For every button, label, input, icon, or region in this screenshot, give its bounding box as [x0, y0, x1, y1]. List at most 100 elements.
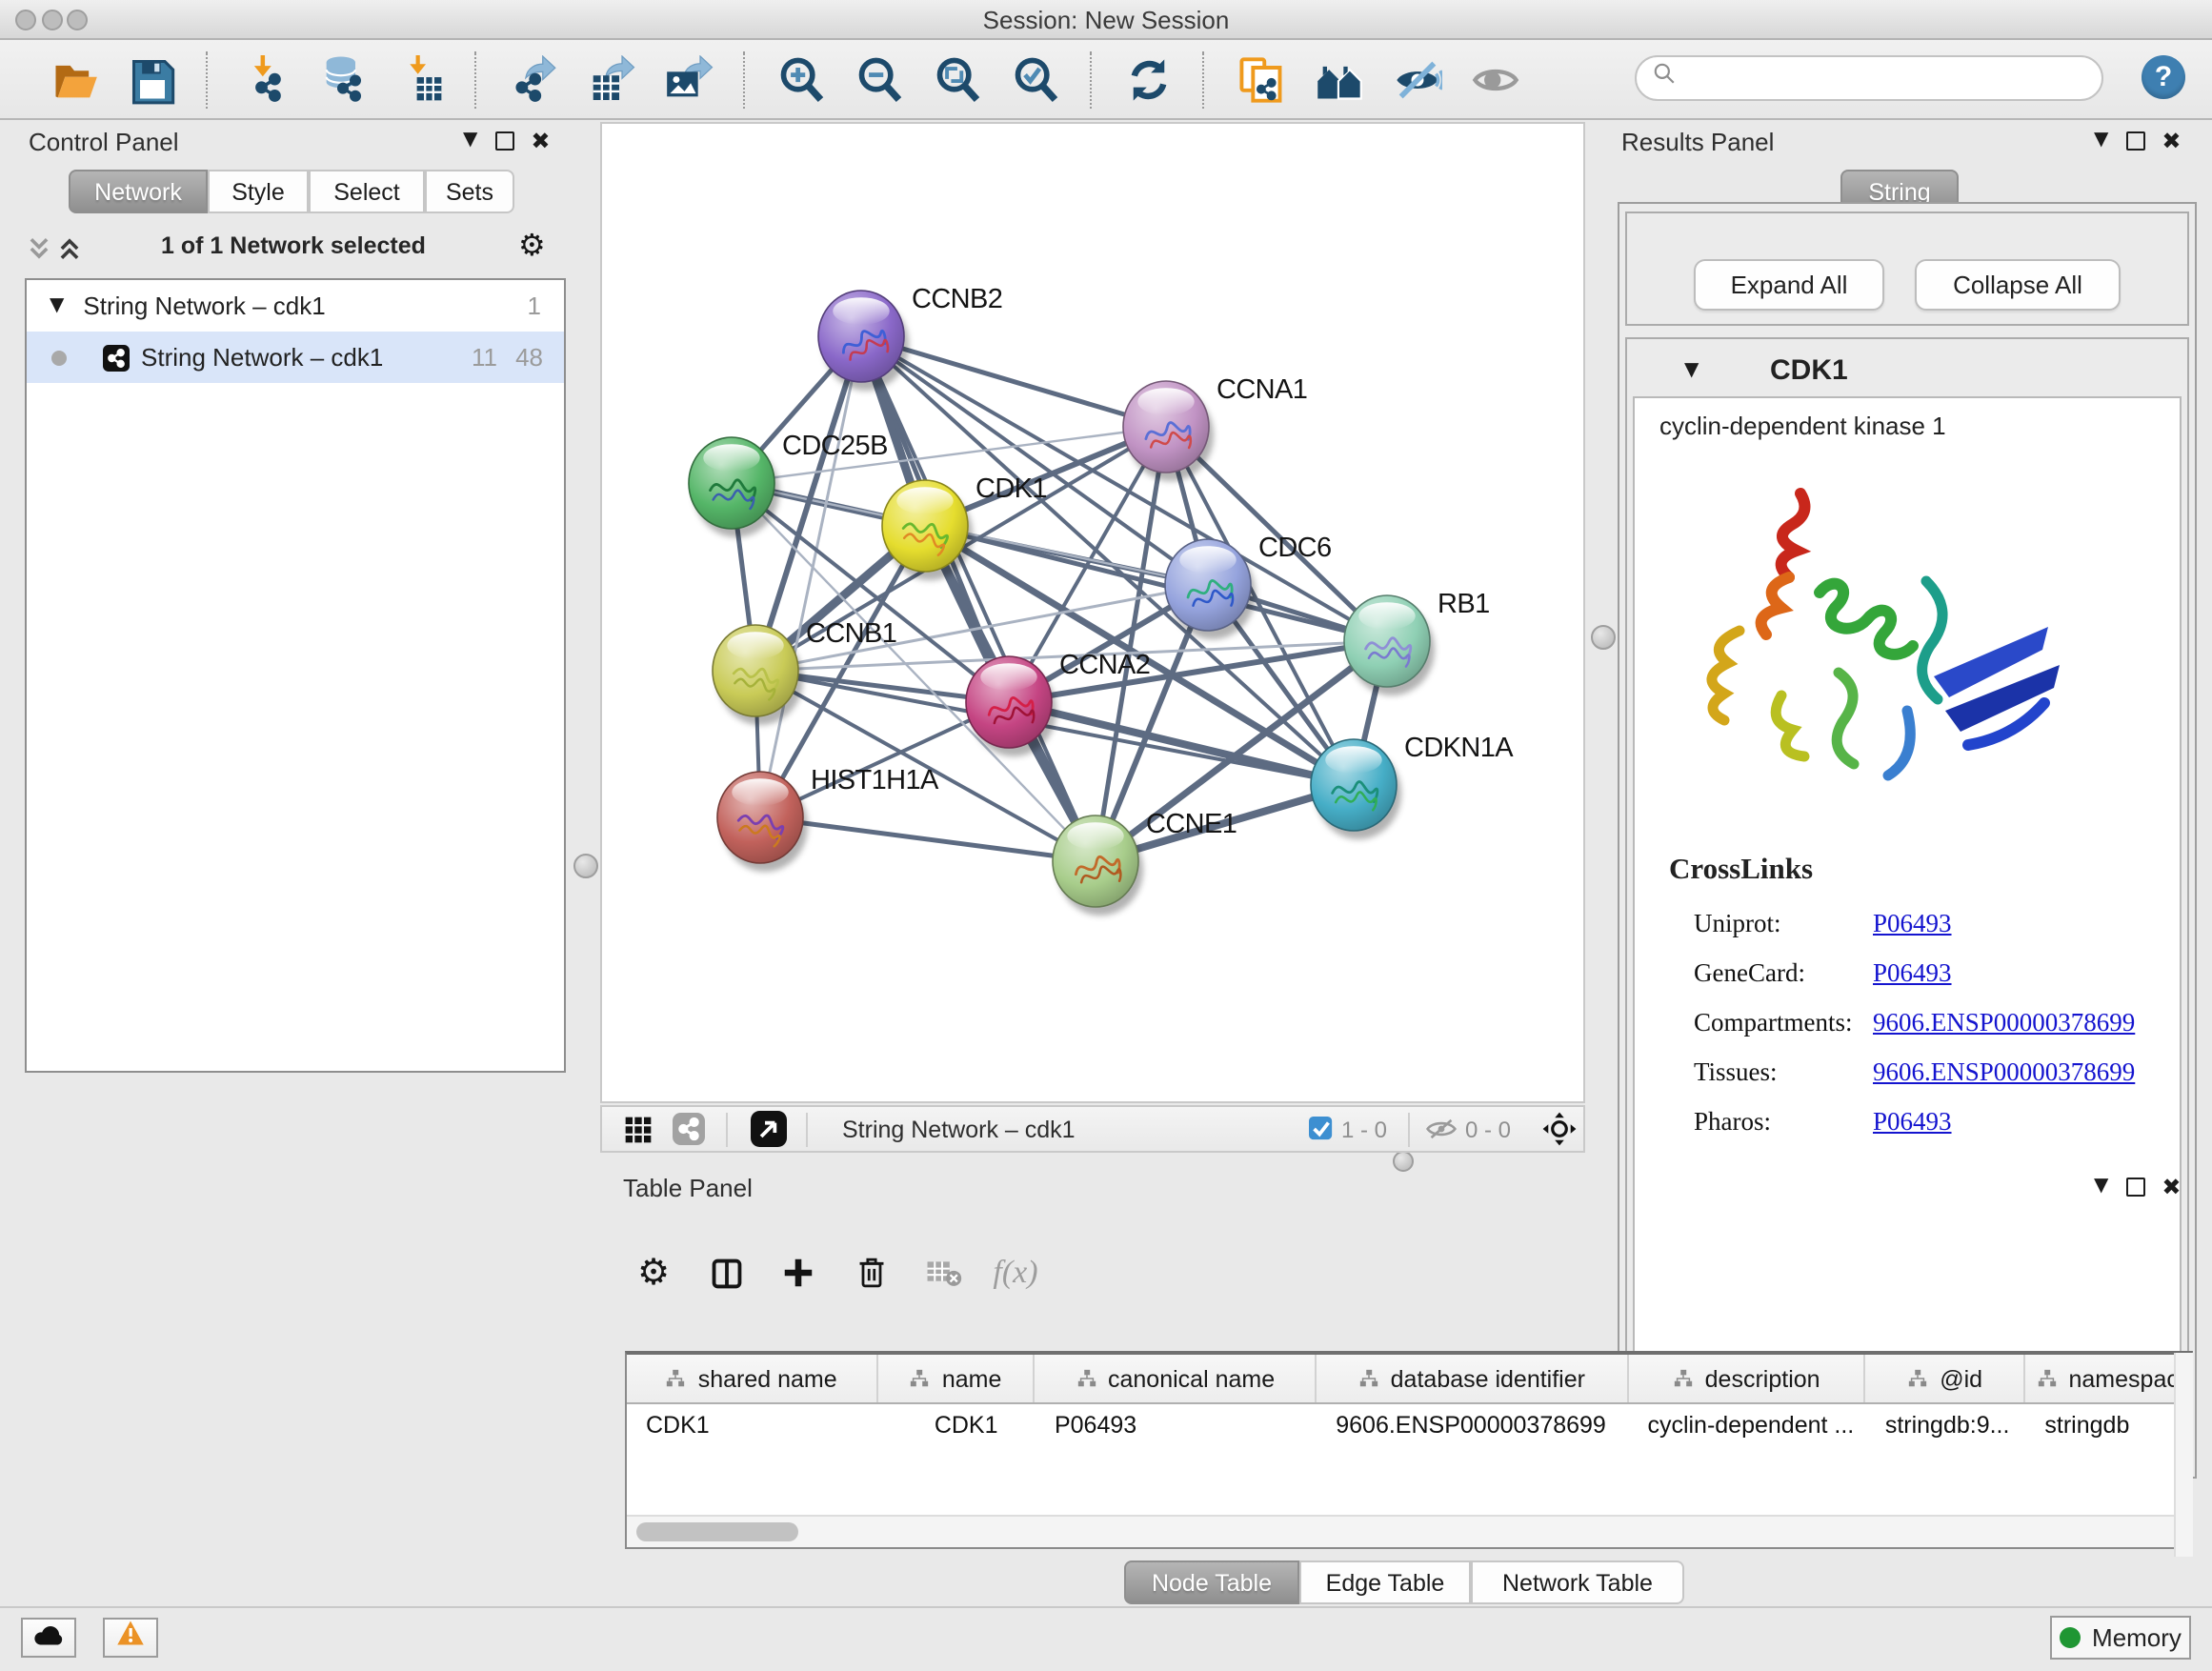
section-collapse-icon[interactable]: ▼ [1684, 360, 1699, 381]
import-database-icon[interactable] [311, 48, 373, 111]
close-panel-icon[interactable]: ✖ [2162, 131, 2181, 150]
node-label-CCNB2: CCNB2 [912, 284, 1002, 314]
crosslink-value-link[interactable]: P06493 [1873, 958, 1952, 989]
float-panel-icon[interactable] [2125, 131, 2144, 150]
tab-sets[interactable]: Sets [425, 170, 514, 213]
node-label-CCNA2: CCNA2 [1059, 650, 1150, 680]
crosslink-value-link[interactable]: 9606.ENSP00000378699 [1873, 1008, 2135, 1038]
network-canvas[interactable]: CCNB2 CCNA1 CDC25B CDK1 CDC6 RB1 [600, 122, 1585, 1103]
column-header-description[interactable]: description [1628, 1355, 1865, 1402]
network-row-selected[interactable]: String Network – cdk1 11 48 [27, 332, 564, 383]
network-collection-row[interactable]: ▼ String Network – cdk1 1 [27, 280, 564, 332]
birds-eye-view-icon[interactable] [743, 1104, 793, 1154]
table-cell: stringdb:9... [1866, 1404, 2026, 1444]
right-splitter-handle[interactable] [1591, 625, 1616, 650]
column-header-canonical-name[interactable]: canonical name [1036, 1355, 1317, 1402]
node-HIST1H1A[interactable]: HIST1H1A [717, 765, 939, 872]
tab-network-table[interactable]: Network Table [1471, 1560, 1684, 1604]
crosslink-label: Tissues: [1694, 1057, 1873, 1088]
network-share-icon[interactable] [663, 1104, 713, 1154]
memory-button[interactable]: Memory [2050, 1616, 2191, 1660]
column-header-name[interactable]: name [877, 1355, 1036, 1402]
node-RB1[interactable]: RB1 [1344, 589, 1490, 695]
tab-style[interactable]: Style [208, 170, 309, 213]
network-options-gear-icon[interactable]: ⚙ [518, 227, 546, 263]
edge-CCNE1-HIST1H1A [760, 817, 1096, 861]
bottom-splitter-handle[interactable] [1393, 1151, 1414, 1172]
column-header-shared-name[interactable]: shared name [627, 1355, 877, 1402]
close-panel-icon[interactable]: ✖ [531, 131, 550, 150]
column-header-namespac[interactable]: namespac [2025, 1355, 2191, 1402]
add-column-icon[interactable] [774, 1248, 823, 1298]
table-cell: 9606.ENSP00000378699 [1317, 1404, 1628, 1444]
tab-edge-table[interactable]: Edge Table [1299, 1560, 1471, 1604]
crosslink-value-link[interactable]: P06493 [1873, 1107, 1952, 1137]
neighbors-icon[interactable] [1307, 48, 1370, 111]
zoom-selected-icon[interactable] [1004, 48, 1067, 111]
results-panel-controls: ▼ ✖ [2094, 130, 2182, 151]
selected-checkbox-icon[interactable] [1309, 1117, 1334, 1141]
network-view-title: String Network – cdk1 [842, 1116, 1309, 1142]
column-header--id[interactable]: @id [1866, 1355, 2026, 1402]
zoom-in-icon[interactable] [770, 48, 833, 111]
warnings-button[interactable] [103, 1618, 158, 1658]
panel-menu-icon[interactable]: ▼ [2094, 1176, 2108, 1197]
panel-menu-icon[interactable]: ▼ [463, 130, 477, 151]
node-CCNB2[interactable]: CCNB2 [818, 284, 1002, 391]
collapse-all-icon[interactable] [27, 234, 51, 272]
collection-expand-icon[interactable]: ▼ [50, 295, 64, 316]
open-session-icon[interactable] [42, 48, 105, 111]
delete-table-icon[interactable] [918, 1248, 968, 1298]
table-vertical-scrollbar[interactable] [2174, 1353, 2193, 1557]
node-CDKN1A[interactable]: CDKN1A [1311, 733, 1514, 839]
table-horizontal-scrollbar[interactable] [627, 1515, 2191, 1547]
zoom-out-icon[interactable] [848, 48, 911, 111]
save-session-icon[interactable] [120, 48, 183, 111]
crosslink-value-link[interactable]: 9606.ENSP00000378699 [1873, 1057, 2135, 1088]
node-CCNA1[interactable]: CCNA1 [1123, 374, 1307, 481]
float-panel-icon[interactable] [2125, 1177, 2144, 1196]
left-splitter-handle[interactable] [573, 854, 598, 878]
show-columns-icon[interactable] [701, 1248, 751, 1298]
zoom-fit-icon[interactable] [926, 48, 989, 111]
crosslink-row: GeneCard:P06493 [1694, 949, 2180, 998]
column-header-database-identifier[interactable]: database identifier [1317, 1355, 1628, 1402]
search-input[interactable] [1677, 63, 2065, 93]
tab-node-table[interactable]: Node Table [1124, 1560, 1299, 1604]
scrollbar-thumb[interactable] [636, 1522, 798, 1541]
function-builder-icon[interactable]: f(x) [991, 1248, 1040, 1298]
show-hidden-icon[interactable] [1463, 48, 1526, 111]
float-panel-icon[interactable] [494, 131, 513, 150]
crosslink-row: Uniprot:P06493 [1694, 899, 2180, 949]
crosslinks-list: Uniprot:P06493GeneCard:P06493Compartment… [1694, 899, 2180, 1147]
node-label-HIST1H1A: HIST1H1A [811, 765, 939, 795]
export-table-icon[interactable] [579, 48, 642, 111]
help-button[interactable]: ? [2142, 55, 2185, 99]
export-network-icon[interactable] [501, 48, 564, 111]
collection-label: String Network – cdk1 [83, 292, 325, 320]
cloud-status-button[interactable] [21, 1618, 76, 1658]
node-label-CDC25B: CDC25B [782, 431, 888, 461]
table-options-gear-icon[interactable]: ⚙ [629, 1248, 678, 1298]
hidden-eye-icon[interactable] [1425, 1117, 1458, 1141]
hide-selection-icon[interactable] [1385, 48, 1448, 111]
crosslink-value-link[interactable]: P06493 [1873, 909, 1952, 939]
tab-network[interactable]: Network [69, 170, 208, 213]
node-CDC25B[interactable]: CDC25B [689, 431, 888, 537]
grid-view-icon[interactable] [613, 1104, 663, 1154]
collection-count: 1 [528, 292, 541, 320]
tab-select[interactable]: Select [309, 170, 425, 213]
import-table-icon[interactable] [389, 48, 452, 111]
delete-column-trash-icon[interactable] [846, 1248, 895, 1298]
close-panel-icon[interactable]: ✖ [2162, 1177, 2181, 1196]
collapse-all-button[interactable]: Collapse All [1915, 259, 2121, 311]
duplicate-network-icon[interactable] [1229, 48, 1292, 111]
table-row[interactable]: CDK1CDK1P064939606.ENSP00000378699cyclin… [627, 1404, 2191, 1444]
import-network-icon[interactable] [232, 48, 295, 111]
expand-all-button[interactable]: Expand All [1694, 259, 1884, 311]
refresh-icon[interactable] [1116, 48, 1179, 111]
export-image-icon[interactable] [657, 48, 720, 111]
pan-crosshair-icon[interactable] [1534, 1104, 1583, 1154]
expand-all-icon[interactable] [57, 234, 82, 272]
panel-menu-icon[interactable]: ▼ [2094, 130, 2108, 151]
